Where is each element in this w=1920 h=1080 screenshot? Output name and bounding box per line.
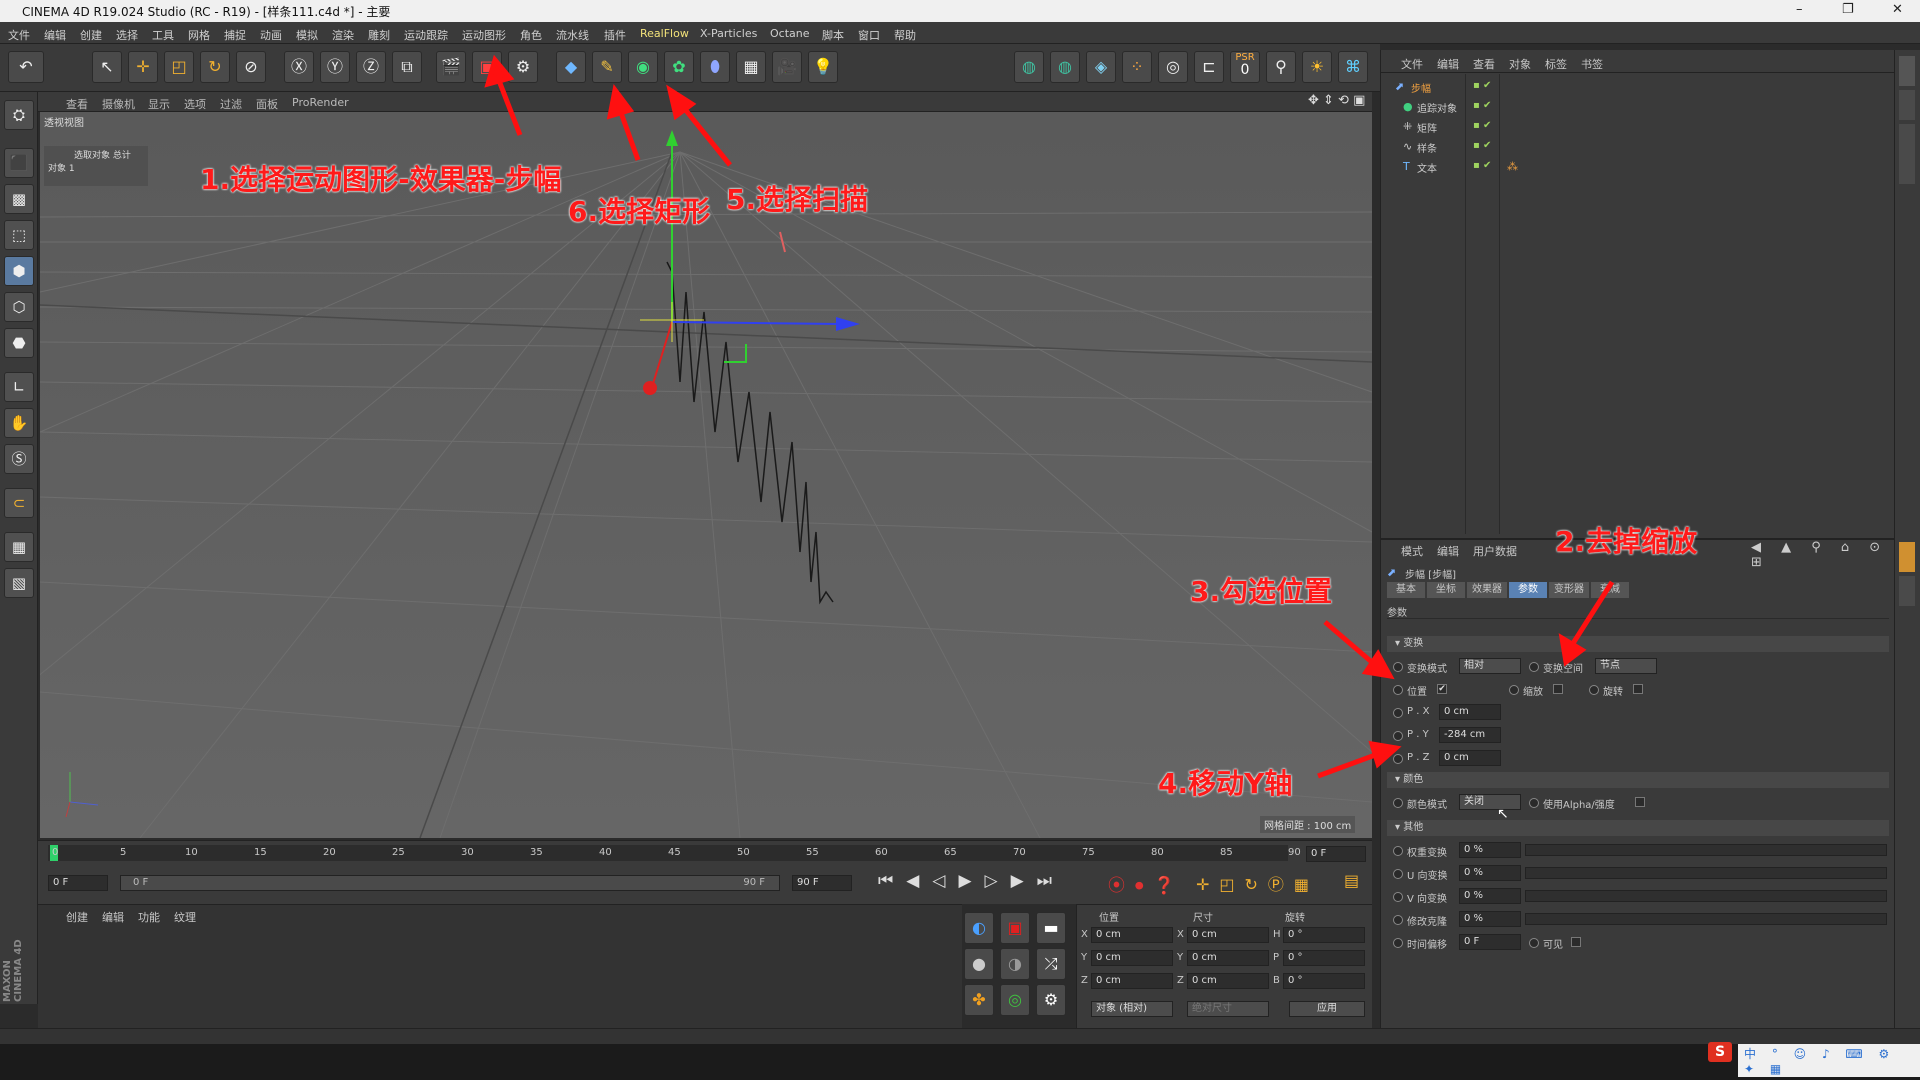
annotation-step1: 1.选择运动图形-效果器-步幅 xyxy=(200,163,562,196)
annotation-step5: 5.选择扫描 xyxy=(726,183,869,216)
annotation-step4: 4.移动Y轴 xyxy=(1158,767,1293,800)
annotation-step6: 6.选择矩形 xyxy=(568,195,711,228)
annotation-step3: 3.勾选位置 xyxy=(1190,575,1333,608)
annotation-step2: 2.去掉缩放 xyxy=(1555,525,1698,558)
